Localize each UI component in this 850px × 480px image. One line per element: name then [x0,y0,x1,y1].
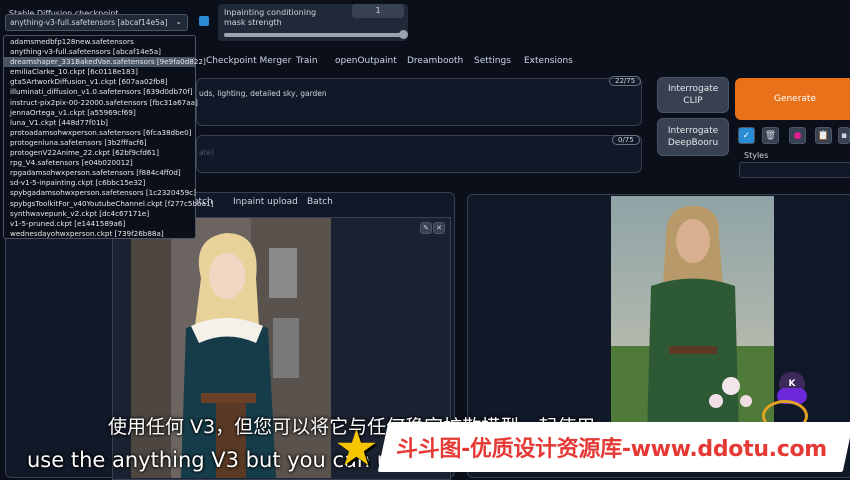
checkpoint-option[interactable]: v1-5-pruned.ckpt [e1441589a6] [4,219,195,229]
clipboard-icon[interactable]: 📋 [815,127,832,144]
watermark-star-icon: ★ [334,419,379,477]
tab-extensions[interactable]: Extensions [524,56,573,66]
mask-strength-label: Inpainting conditioning mask strength [224,8,317,27]
tab-openoutpaint[interactable]: openOutpaint [335,56,397,66]
checkpoint-option[interactable]: rpgadamsohwxperson.safetensors [f884c4ff… [4,168,195,178]
negative-prompt-box[interactable]: ate) [196,135,642,173]
checkpoint-option[interactable]: protogenV22Anime_22.ckpt [62bf9cfd61] [4,148,195,158]
tab-settings[interactable]: Settings [474,56,511,66]
checkpoint-option[interactable]: anything-v3-full.safetensors [abcaf14e5a… [4,47,195,57]
subtab-inpaint-upload[interactable]: Inpaint upload [233,197,298,207]
prompt-token-counter: 22/75 [609,76,642,86]
checkpoint-selected-value: anything-v3-full.safetensors [abcaf14e5a… [10,18,168,27]
negative-token-counter: 0/75 [612,135,640,145]
styles-dropdown[interactable] [739,162,850,178]
style-dot-icon[interactable]: ● [789,127,806,144]
checkpoint-option[interactable]: protogenluna.safetensors [3b2fffacf6] [4,138,195,148]
interrogate-clip-button[interactable]: Interrogate CLIP [657,77,729,113]
checkpoint-option[interactable]: spybgadamsohwxperson.safetensors [1c2320… [4,188,196,198]
prompt-box[interactable]: uds, lighting, detailed sky, garden [196,78,642,126]
prompt-text: uds, lighting, detailed sky, garden [199,89,327,98]
checkpoint-option[interactable]: gta5ArtworkDiffusion_v1.ckpt [607aa02fb8… [4,77,195,87]
close-icon[interactable]: ✕ [433,222,445,234]
checkpoint-option[interactable]: adamsmedbfp128new.safetensors [4,37,195,47]
checkpoint-option[interactable]: illuminati_diffusion_v1.0.safetensors [6… [4,87,195,97]
checkpoint-option[interactable]: sd-v1-5-inpainting.ckpt [c6bbc15e32] [4,178,195,188]
checkpoint-option[interactable]: rpg_V4.safetensors [e04b020012] [4,158,195,168]
mask-strength-slider-thumb[interactable] [399,30,408,39]
trash-icon[interactable]: 🗑 [762,127,779,144]
checkbox-icon[interactable]: ✓ [738,127,755,144]
checkpoint-option[interactable]: luna_V1.ckpt [448d77f01b] [4,118,195,128]
input-image-woman [131,218,331,478]
mask-strength-value-input[interactable]: 1 [352,4,404,18]
checkpoint-option[interactable]: synthwavepunk_v2.ckpt [dc4c67171e] [4,209,195,219]
subtab-batch[interactable]: Batch [307,197,333,207]
checkpoint-select[interactable]: anything-v3-full.safetensors [abcaf14e5a… [5,14,188,31]
refresh-icon[interactable] [199,16,209,26]
checkpoint-option[interactable]: protoadamsohwxperson.safetensors [6fca38… [4,128,195,138]
checkpoint-option[interactable]: dreamshaper_331BakedVae.safetensors [9e9… [4,57,206,68]
edit-icon[interactable]: ✎ [420,222,432,234]
tab-train[interactable]: Train [296,56,318,66]
checkpoint-option[interactable]: jennaOrtega_v1.ckpt [a55969cf69] [4,108,195,118]
checkpoint-options-list[interactable]: adamsmedbfp128new.safetensors anything-v3… [3,35,213,239]
checkpoint-option[interactable]: instruct-pix2pix-00-22000.safetensors [f… [4,98,198,108]
tab-checkpoint-merger[interactable]: Checkpoint Merger [206,56,291,66]
checkpoint-option[interactable]: emiliaClarke_10.ckpt [6c0118e183] [4,67,195,77]
mask-strength-panel: Inpainting conditioning mask strength 1 [218,4,408,41]
mask-strength-slider-fill [224,33,404,37]
negative-prompt-placeholder: ate) [199,148,215,157]
output-image-man [611,196,774,441]
generate-button[interactable]: Generate [735,78,850,120]
chevron-down-icon: ⌄ [175,17,182,26]
watermark-text: 斗斗图-优质设计资源库-www.ddotu.com [396,437,827,462]
mask-strength-slider[interactable] [224,30,408,39]
save-style-icon[interactable]: ▪ [838,127,850,144]
checkpoint-option[interactable]: spybgsToolkitFor_v40YoutubeChannel.ckpt … [4,199,213,209]
styles-label: Styles [744,151,769,160]
tab-dreambooth[interactable]: Dreambooth [407,56,463,66]
checkpoint-option[interactable]: wednesdayohwxperson.ckpt [739f26b88a] [4,229,195,239]
interrogate-deepbooru-button[interactable]: Interrogate DeepBooru [657,118,729,156]
